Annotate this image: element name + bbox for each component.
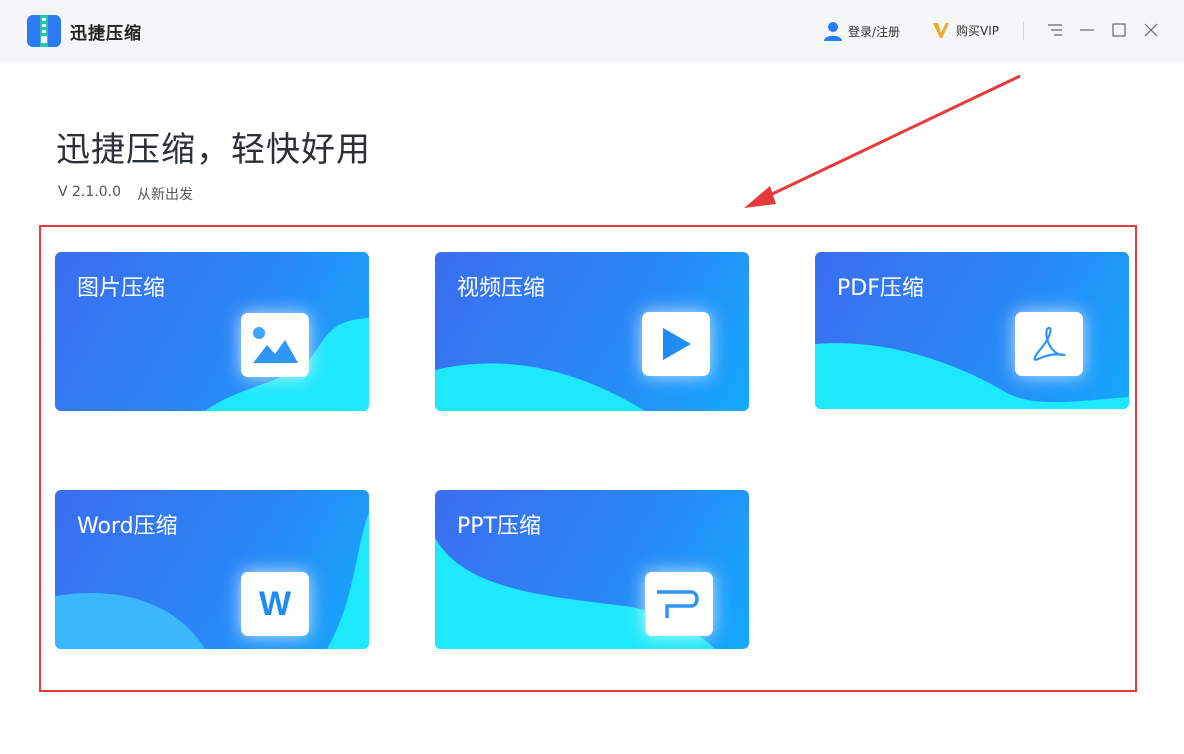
image-compress-card[interactable]: 图片压缩 [55,252,369,411]
video-compress-card[interactable]: 视频压缩 [435,252,749,411]
image-icon [241,313,309,377]
card-label: Word压缩 [77,514,178,539]
play-icon [642,312,710,376]
card-label: 视频压缩 [457,276,546,301]
app-logo-icon [27,15,61,47]
app-title: 迅捷压缩 [70,24,142,44]
title-bar: 迅捷压缩 登录/注册 购买VIP [0,0,1184,61]
word-compress-card[interactable]: Word压缩 W [55,490,369,649]
version-label: V 2.1.0.0 [58,184,122,200]
slogan-label: 从新出发 [137,187,193,203]
menu-icon[interactable] [1047,22,1063,38]
minimize-icon[interactable] [1079,22,1095,38]
card-label: PDF压缩 [837,276,924,301]
card-label: 图片压缩 [77,276,166,301]
maximize-icon[interactable] [1111,22,1127,38]
user-icon [824,22,842,41]
ppt-compress-card[interactable]: PPT压缩 [435,490,749,649]
pdf-icon [1015,312,1083,376]
ppt-icon [645,572,713,636]
buy-vip-button[interactable]: 购买VIP [932,21,999,39]
login-register-button[interactable]: 登录/注册 [824,21,900,41]
close-icon[interactable] [1143,22,1159,38]
page-headline: 迅捷压缩，轻快好用 [56,130,371,170]
login-label: 登录/注册 [848,24,901,39]
titlebar-divider [1023,22,1024,40]
word-icon-letter: W [258,584,292,623]
pdf-compress-card[interactable]: PDF压缩 [815,252,1129,409]
vip-label: 购买VIP [956,23,999,38]
vip-icon [933,23,949,38]
card-label: PPT压缩 [457,514,541,539]
word-icon: W [241,572,309,636]
